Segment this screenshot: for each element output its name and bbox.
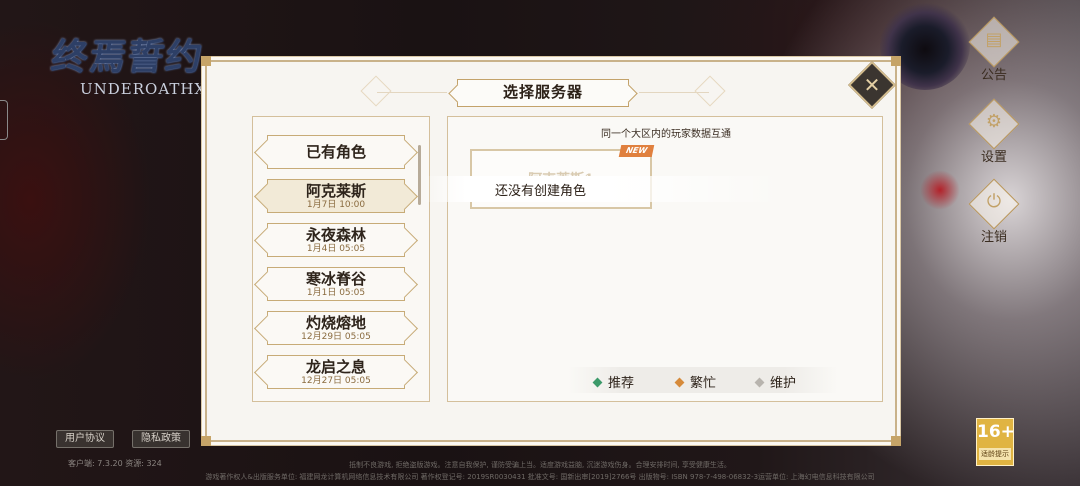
- toast-text: 还没有创建角色: [495, 184, 587, 199]
- panel-corner: [201, 436, 211, 446]
- toast-message: 还没有创建角色: [423, 176, 783, 202]
- announcement-label: 公告: [980, 68, 1007, 83]
- age-rating-number: 16+: [977, 422, 1015, 442]
- server-item-time: 12月27日 05:05: [301, 376, 371, 386]
- announcement-icon: ▤: [985, 29, 1003, 50]
- server-item-name: 永夜森林: [305, 226, 366, 244]
- title-ornament-right: [694, 75, 726, 107]
- user-agreement-button[interactable]: 用户协议: [56, 430, 114, 448]
- server-detail-area: 同一个大区内的玩家数据互通 阿克莱斯1 NEW 推荐 繁忙 维护: [447, 116, 883, 402]
- dialog-title: 选择服务器: [502, 83, 583, 101]
- logo-title: 终焉誓约: [48, 36, 207, 78]
- status-legend: 推荐 繁忙 维护: [568, 367, 838, 393]
- age-rating-badge[interactable]: 16+ 适龄提示: [976, 418, 1015, 466]
- health-notice: 抵制不良游戏, 拒绝盗版游戏。注意自我保护, 谨防受骗上当。适度游戏益脑, 沉迷…: [349, 461, 731, 469]
- gear-icon: ⚙: [985, 111, 1003, 132]
- server-item-hanbing-jigu[interactable]: 寒冰脊谷 1月1日 05:05: [267, 267, 405, 301]
- server-item-name: 已有角色: [305, 143, 366, 161]
- settings-button[interactable]: ⚙ 设置: [962, 98, 1026, 166]
- legend-label: 繁忙: [690, 376, 717, 391]
- server-item-time: 1月4日 05:05: [306, 244, 366, 254]
- server-item-existing-roles[interactable]: 已有角色: [267, 135, 405, 169]
- background-red-accent: [920, 170, 960, 210]
- legend-label: 推荐: [608, 376, 635, 391]
- license-info: 游戏著作权人&出版服务单位: 福建网龙计算机网络信息技术有限公司 著作权登记号:…: [205, 473, 875, 481]
- panel-corner: [201, 56, 211, 66]
- server-item-name: 龙启之息: [305, 358, 366, 376]
- server-item-time: 1月1日 05:05: [306, 288, 366, 298]
- panel-corner: [891, 436, 901, 446]
- power-icon: ⏻: [986, 191, 1002, 212]
- legend-recommended: 推荐: [592, 372, 635, 391]
- panel-corner: [891, 56, 901, 66]
- server-item-zhuoshao-rongdi[interactable]: 灼烧熔地 12月29日 05:05: [267, 311, 405, 345]
- dialog-title-plate: 选择服务器: [457, 79, 629, 107]
- legend-maintenance: 维护: [754, 372, 797, 391]
- server-select-dialog: 选择服务器 ✕ 已有角色 阿克莱斯 1月7日 10:00 永夜森林 1月4日 0…: [201, 56, 901, 446]
- logo-subtitle: UNDEROATHX: [80, 80, 207, 98]
- server-list-scrollbar[interactable]: [418, 145, 421, 205]
- server-item-longqi-zhixi[interactable]: 龙启之息 12月27日 05:05: [267, 355, 405, 389]
- server-item-time: 12月29日 05:05: [301, 332, 371, 342]
- logout-label: 注销: [980, 230, 1007, 245]
- settings-label: 设置: [980, 150, 1007, 165]
- logout-button[interactable]: ⏻ 注销: [962, 178, 1026, 246]
- server-item-yongye-senlin[interactable]: 永夜森林 1月4日 05:05: [267, 223, 405, 257]
- close-icon[interactable]: ✕: [859, 72, 885, 98]
- maintenance-diamond-icon: [754, 377, 765, 388]
- server-item-name: 灼烧熔地: [305, 314, 366, 332]
- busy-diamond-icon: [674, 377, 685, 388]
- server-item-time: 1月7日 10:00: [306, 200, 366, 210]
- legend-label: 维护: [770, 376, 797, 391]
- recommended-diamond-icon: [592, 377, 603, 388]
- age-rating-label: 适龄提示: [979, 448, 1011, 460]
- server-item-name: 阿克莱斯: [305, 182, 366, 200]
- legend-busy: 繁忙: [674, 372, 717, 391]
- title-ornament-left: [360, 75, 392, 107]
- interop-note: 同一个大区内的玩家数据互通: [601, 129, 731, 140]
- new-badge: NEW: [618, 145, 655, 157]
- server-list: 已有角色 阿克莱斯 1月7日 10:00 永夜森林 1月4日 05:05 寒冰脊…: [252, 116, 430, 402]
- announcement-button[interactable]: ▤ 公告: [962, 16, 1026, 84]
- privacy-policy-button[interactable]: 隐私政策: [132, 430, 190, 448]
- server-item-akelaisi[interactable]: 阿克莱斯 1月7日 10:00: [267, 179, 405, 213]
- left-edge-tab[interactable]: [0, 100, 8, 140]
- server-item-name: 寒冰脊谷: [305, 270, 366, 288]
